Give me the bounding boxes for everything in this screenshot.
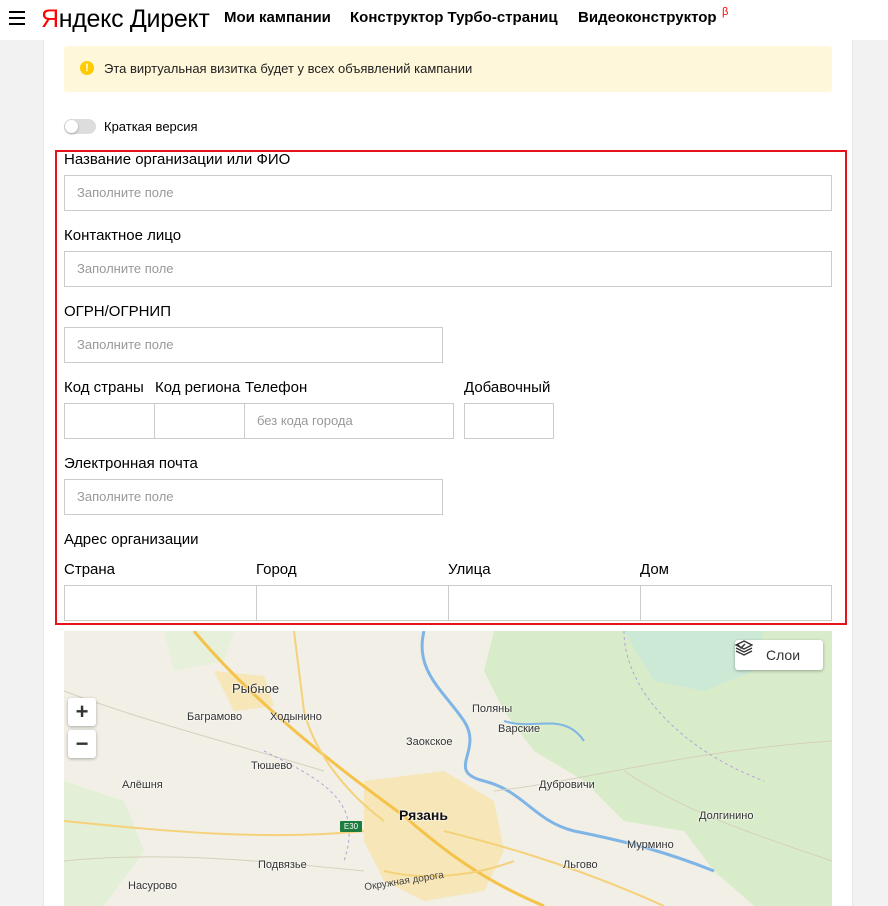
address-title: Адрес организации <box>64 531 199 548</box>
short-version-label: Краткая версия <box>104 119 198 134</box>
address-city-label: Город <box>256 561 297 578</box>
layers-label: Слои <box>766 647 801 663</box>
map-place: Дубровичи <box>539 779 595 791</box>
map-place: Мурмино <box>627 839 674 851</box>
address-house-label: Дом <box>640 561 669 578</box>
map-place: Льгово <box>563 859 598 871</box>
email-input[interactable]: Заполните поле <box>64 479 443 515</box>
address-street-label: Улица <box>448 561 491 578</box>
notice-text: Эта виртуальная визитка будет у всех объ… <box>104 61 473 76</box>
info-icon: ! <box>80 61 94 75</box>
info-notice: ! Эта виртуальная визитка будет у всех о… <box>64 46 832 92</box>
address-house-input[interactable] <box>640 585 832 621</box>
contact-input[interactable]: Заполните поле <box>64 251 832 287</box>
org-name-input[interactable]: Заполните поле <box>64 175 832 211</box>
nav-turbo-builder[interactable]: Конструктор Турбо-страниц <box>350 9 558 26</box>
route-shield: E30 <box>340 821 362 832</box>
ogrn-label: ОГРН/ОГРНИП <box>64 303 171 320</box>
zoom-in-button[interactable]: + <box>68 698 96 726</box>
map-place: Насурово <box>128 880 178 892</box>
country-code-label: Код страны <box>64 379 144 396</box>
nav-video-builder[interactable]: Видеоконструктор <box>578 9 717 26</box>
map-background <box>64 631 832 906</box>
extension-input[interactable] <box>464 403 554 439</box>
logo-text: ндекс Директ <box>58 5 210 33</box>
map-place: Варские <box>498 723 541 735</box>
layers-button[interactable]: Слои <box>735 640 823 670</box>
ogrn-input[interactable]: Заполните поле <box>64 327 443 363</box>
yandex-direct-logo[interactable]: Яндекс Директ <box>41 5 210 34</box>
short-version-toggle[interactable] <box>64 119 96 134</box>
map-place: Поляны <box>472 703 513 715</box>
map-place: Рыбное <box>232 681 280 696</box>
menu-icon[interactable] <box>9 11 25 25</box>
map-place: Ходынино <box>270 711 322 723</box>
map-view[interactable]: + − Слои Рыбное Баграмово Ходынино Полян… <box>64 631 832 906</box>
map-place: Тюшево <box>251 760 293 772</box>
chevron-down-icon <box>736 643 746 650</box>
email-label: Электронная почта <box>64 455 198 472</box>
address-street-input[interactable] <box>448 585 641 621</box>
nav-my-campaigns[interactable]: Мои кампании <box>224 9 331 26</box>
phone-input[interactable]: без кода города <box>244 403 454 439</box>
logo-first-letter: Я <box>41 5 59 33</box>
map-city-label: Рязань <box>399 807 448 823</box>
map-place: Долгинино <box>699 810 754 822</box>
map-place: Алёшня <box>122 779 163 791</box>
extension-label: Добавочный <box>464 379 551 396</box>
map-place: Заокское <box>406 736 453 748</box>
zoom-out-button[interactable]: − <box>68 730 96 758</box>
region-code-label: Код региона <box>155 379 241 396</box>
top-header: Яндекс Директ Мои кампании Конструктор Т… <box>0 0 888 40</box>
region-code-input[interactable] <box>154 403 245 439</box>
address-country-input[interactable] <box>64 585 257 621</box>
phone-label: Телефон <box>245 379 308 396</box>
map-place: Подвязье <box>258 859 307 871</box>
map-place: Баграмово <box>187 711 243 723</box>
address-country-label: Страна <box>64 561 116 578</box>
country-code-input[interactable] <box>64 403 155 439</box>
toggle-knob <box>65 120 78 133</box>
org-name-label: Название организации или ФИО <box>64 151 291 168</box>
contact-label: Контактное лицо <box>64 227 182 244</box>
address-city-input[interactable] <box>256 585 449 621</box>
beta-badge: β <box>722 6 729 18</box>
